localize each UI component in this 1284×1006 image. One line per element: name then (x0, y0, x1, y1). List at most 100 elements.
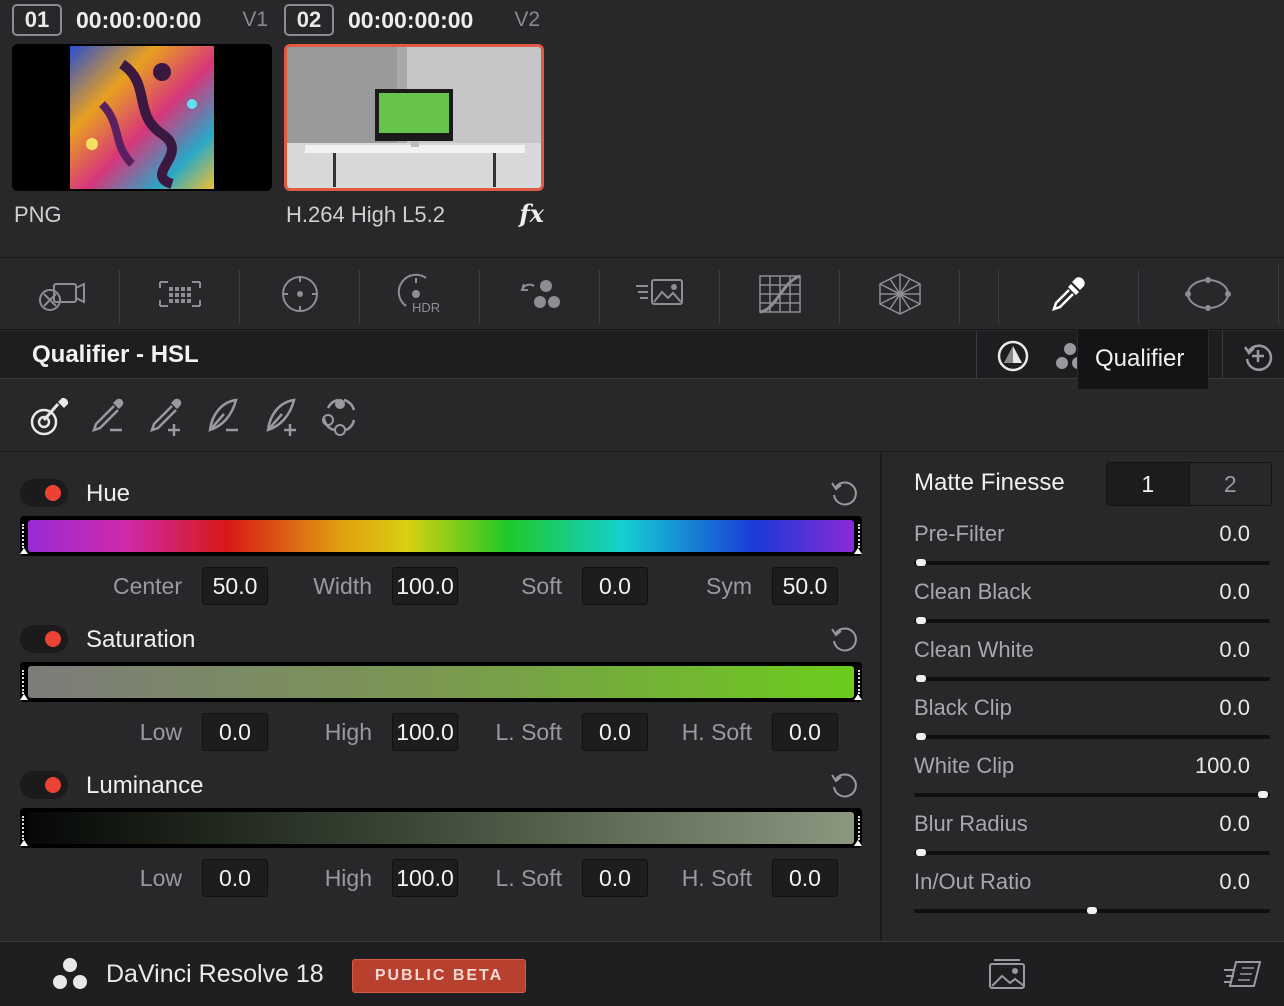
matte-row-value[interactable]: 0.0 (1219, 869, 1250, 895)
luminance-lsoft-label: L. Soft (495, 865, 562, 891)
saturation-low-field[interactable]: 0.0 (202, 713, 268, 751)
matte-row-slider[interactable] (914, 907, 1270, 914)
motion-effects-icon[interactable] (600, 264, 720, 324)
slider-handle[interactable] (916, 617, 926, 624)
tab-2[interactable]: 2 (1189, 463, 1271, 505)
slider-handle[interactable] (1258, 791, 1268, 798)
matte-row-in-out-ratio: In/Out Ratio 0.0 (914, 869, 1270, 919)
rgb-mixer-icon[interactable] (480, 264, 600, 324)
picker-plus-icon[interactable] (144, 394, 188, 438)
matte-row-value[interactable]: 0.0 (1219, 579, 1250, 605)
matte-row-slider[interactable] (914, 675, 1270, 682)
saturation-range-bar[interactable] (20, 662, 862, 702)
davinci-logo-icon (53, 958, 87, 989)
palette-toolbar: HDR (0, 258, 1284, 330)
matte-row-slider[interactable] (914, 559, 1270, 566)
matte-finesse-panel: Matte Finesse 1 2 Pre-Filter 0.0 Clean Bla… (884, 453, 1284, 941)
hue-reset-icon[interactable] (828, 477, 860, 509)
matte-row-slider[interactable] (914, 849, 1270, 856)
slider-handle[interactable] (916, 733, 926, 740)
picker-icon[interactable] (28, 394, 72, 438)
qualifier-mode-hsl-icon[interactable] (996, 339, 1030, 373)
clip-track: V1 (242, 8, 268, 31)
media-page-icon[interactable] (986, 956, 1028, 992)
hue-range-bar[interactable] (20, 516, 862, 556)
matte-row-slider[interactable] (914, 791, 1270, 798)
camera-raw-icon[interactable] (0, 264, 120, 324)
color-warper-icon[interactable] (840, 264, 960, 324)
matte-row-label: Pre-Filter (914, 521, 1005, 546)
clip-image[interactable] (284, 44, 544, 191)
matte-row-pre-filter: Pre-Filter 0.0 (914, 521, 1270, 571)
hue-center-field[interactable]: 50.0 (202, 567, 268, 605)
luminance-hsoft-field[interactable]: 0.0 (772, 859, 838, 897)
matte-row-value[interactable]: 0.0 (1219, 521, 1250, 547)
app-name: DaVinci Resolve 18 (106, 960, 324, 988)
hue-soft-label: Soft (521, 573, 562, 599)
luminance-hsoft-label: H. Soft (681, 865, 752, 891)
qualifier-tools (0, 380, 1284, 452)
luminance-toggle[interactable] (20, 771, 68, 799)
matte-row-slider[interactable] (914, 733, 1270, 740)
hue-toggle[interactable] (20, 479, 68, 507)
fx-icon[interactable]: fx (519, 199, 544, 228)
matte-row-label: Blur Radius (914, 811, 1028, 836)
highlight-icon[interactable] (318, 394, 362, 438)
luminance-lsoft-field[interactable]: 0.0 (582, 859, 648, 897)
clip-image[interactable] (12, 44, 272, 191)
clip-codec: PNG (14, 202, 62, 227)
slider-handle[interactable] (1087, 907, 1097, 914)
hue-center-label: Center (112, 573, 182, 599)
hdr-icon[interactable]: HDR (360, 264, 480, 324)
matte-row-label: White Clip (914, 753, 1015, 778)
curves-icon[interactable] (720, 264, 840, 324)
deliver-page-icon[interactable] (1222, 956, 1264, 992)
hue-width-label: Width (313, 573, 372, 599)
hue-soft-field[interactable]: 0.0 (582, 567, 648, 605)
matte-row-value[interactable]: 0.0 (1219, 637, 1250, 663)
hue-label: Hue (86, 480, 131, 507)
color-wheels-icon[interactable] (240, 264, 360, 324)
matte-row-value[interactable]: 0.0 (1219, 811, 1250, 837)
slider-handle[interactable] (916, 559, 926, 566)
picker-minus-icon[interactable] (86, 394, 130, 438)
feather-minus-icon[interactable] (202, 394, 246, 438)
saturation-label: Saturation (86, 626, 196, 653)
feather-plus-icon[interactable] (260, 394, 304, 438)
slider-handle[interactable] (916, 675, 926, 682)
public-beta-badge: PUBLIC BETA (352, 959, 526, 993)
matte-row-clean-black: Clean Black 0.0 (914, 579, 1270, 629)
matte-row-label: Clean Black (914, 579, 1032, 604)
luminance-high-field[interactable]: 100.0 (392, 859, 458, 897)
clip-strip: 01 00:00:00:00 V1 PNG 02 00:00:00:00 V2 … (0, 0, 1284, 258)
matte-row-slider[interactable] (914, 617, 1270, 624)
matte-finesse-tabs: 1 2 (1106, 462, 1272, 506)
matte-row-value[interactable]: 0.0 (1219, 695, 1250, 721)
clip-thumbnail-02[interactable]: 02 00:00:00:00 V2 H.264 High L5.2 fx (284, 0, 546, 240)
saturation-high-field[interactable]: 100.0 (392, 713, 458, 751)
matte-row-value[interactable]: 100.0 (1195, 753, 1250, 779)
hue-sym-field[interactable]: 50.0 (772, 567, 838, 605)
color-match-icon[interactable] (120, 264, 240, 324)
saturation-reset-icon[interactable] (828, 623, 860, 655)
saturation-low-label: Low (139, 719, 182, 745)
saturation-toggle[interactable] (20, 625, 68, 653)
matte-row-label: In/Out Ratio (914, 869, 1032, 894)
luminance-low-field[interactable]: 0.0 (202, 859, 268, 897)
qualifier-icon[interactable] (1000, 264, 1140, 324)
saturation-lsoft-field[interactable]: 0.0 (582, 713, 648, 751)
saturation-hsoft-field[interactable]: 0.0 (772, 713, 838, 751)
tooltip: Qualifier (1077, 328, 1209, 390)
hue-width-field[interactable]: 100.0 (392, 567, 458, 605)
panel-title: Qualifier - HSL (32, 341, 199, 368)
slider-handle[interactable] (916, 849, 926, 856)
luminance-range-bar[interactable] (20, 808, 862, 848)
window-icon[interactable] (1148, 264, 1268, 324)
tab-1[interactable]: 1 (1107, 463, 1190, 505)
reset-panel-icon[interactable] (1241, 339, 1275, 373)
luminance-reset-icon[interactable] (828, 769, 860, 801)
clip-thumbnail-01[interactable]: 01 00:00:00:00 V1 PNG (12, 0, 274, 240)
luminance-low-label: Low (139, 865, 182, 891)
matte-row-clean-white: Clean White 0.0 (914, 637, 1270, 687)
clip-timecode: 00:00:00:00 (76, 7, 202, 33)
